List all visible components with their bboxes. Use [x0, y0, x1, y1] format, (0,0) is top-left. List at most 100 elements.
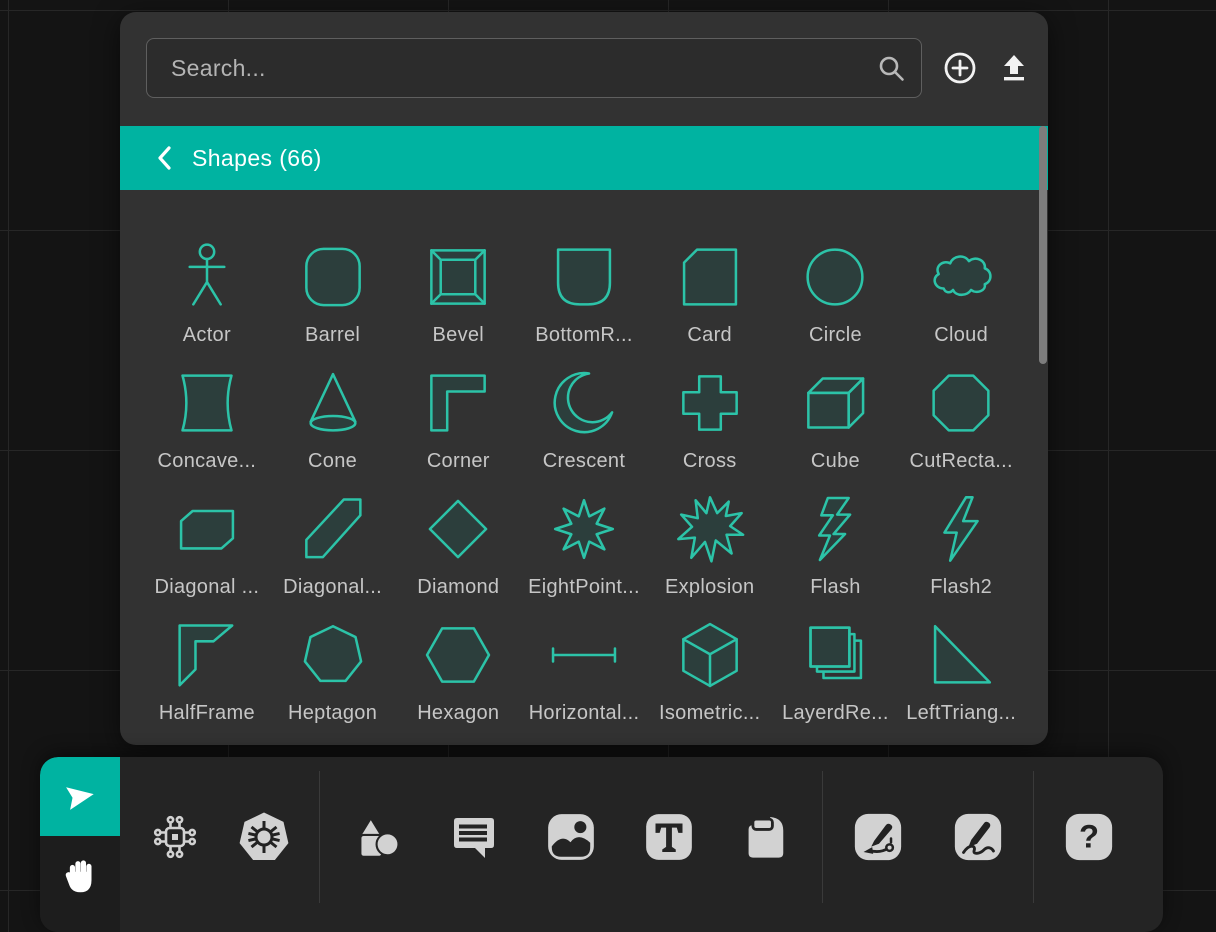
heptagon-shape-icon: [297, 610, 369, 700]
network-tool-button[interactable]: [147, 809, 203, 865]
hexagon-shape-icon: [422, 610, 494, 700]
panel-scrollbar[interactable]: [1039, 126, 1047, 364]
pen-tool-button[interactable]: [850, 809, 906, 865]
actor-shape-icon: [171, 232, 243, 322]
shape-label: Circle: [809, 322, 862, 348]
shapes-category-header[interactable]: Shapes (66): [120, 126, 1048, 190]
shape-label: BottomR...: [535, 322, 632, 348]
comment-tool-button[interactable]: [445, 809, 501, 865]
kubernetes-icon: [236, 809, 292, 865]
left-triangle-shape-icon: [925, 610, 997, 700]
card-shape-icon: [674, 232, 746, 322]
corner-shape-icon: [422, 358, 494, 448]
hand-icon: [61, 858, 99, 896]
shape-label: Cloud: [934, 322, 988, 348]
image-tool-button[interactable]: [543, 809, 599, 865]
shape-item-diamond[interactable]: Diamond: [395, 484, 521, 610]
search-row: [120, 12, 1048, 98]
shape-item-barrel[interactable]: Barrel: [270, 232, 396, 358]
upload-icon: [998, 52, 1030, 84]
toolbar-group: ?: [1061, 809, 1117, 865]
shape-item-hexagon[interactable]: Hexagon: [395, 610, 521, 736]
comment-icon: [447, 812, 499, 862]
cross-shape-icon: [674, 358, 746, 448]
search-box: [146, 38, 922, 98]
search-input[interactable]: [146, 38, 922, 98]
horizontal-line-shape-icon: [548, 610, 620, 700]
text-tool-button[interactable]: [641, 809, 697, 865]
note-icon: [741, 811, 793, 863]
shape-item-horizontal-line[interactable]: Horizontal...: [521, 610, 647, 736]
shape-label: Isometric...: [659, 700, 760, 726]
pan-tool-button[interactable]: [40, 836, 120, 932]
help-tool-button[interactable]: ?: [1061, 809, 1117, 865]
shape-item-cross[interactable]: Cross: [647, 358, 773, 484]
shape-item-flash2[interactable]: Flash2: [898, 484, 1024, 610]
kubernetes-tool-button[interactable]: [236, 809, 292, 865]
shapes-grid: ActorBarrel Bevel BottomR... Card Circle Clou…: [120, 232, 1048, 736]
shapes-tool-button[interactable]: [347, 809, 403, 865]
circuit-icon: [147, 809, 203, 865]
shape-item-eight-point-star[interactable]: EightPoint...: [521, 484, 647, 610]
shape-item-circle[interactable]: Circle: [773, 232, 899, 358]
shape-item-corner[interactable]: Corner: [395, 358, 521, 484]
layered-rectangles-shape-icon: [799, 610, 871, 700]
shape-label: Explosion: [665, 574, 754, 600]
shape-label: Cube: [811, 448, 860, 474]
shapes-category-title: Shapes (66): [192, 145, 322, 172]
shape-item-cone[interactable]: Cone: [270, 358, 396, 484]
add-shape-button[interactable]: [942, 50, 978, 86]
shape-item-diagonal-stripe[interactable]: Diagonal...: [270, 484, 396, 610]
question-icon: ?: [1062, 810, 1116, 864]
shape-item-diagonal-rounded[interactable]: Diagonal ...: [144, 484, 270, 610]
shape-label: Corner: [427, 448, 490, 474]
shape-label: Heptagon: [288, 700, 377, 726]
shape-item-bevel[interactable]: Bevel: [395, 232, 521, 358]
toolbar-group: [850, 809, 1006, 865]
shape-label: Hexagon: [417, 700, 499, 726]
shape-item-card[interactable]: Card: [647, 232, 773, 358]
shape-item-layered-rectangles[interactable]: LayerdRe...: [773, 610, 899, 736]
image-icon: [544, 810, 598, 864]
bevel-shape-icon: [422, 232, 494, 322]
shape-item-isometric-cube[interactable]: Isometric...: [647, 610, 773, 736]
draw-tool-button[interactable]: [950, 809, 1006, 865]
shape-label: Card: [687, 322, 732, 348]
shape-item-concave[interactable]: Concave...: [144, 358, 270, 484]
note-tool-button[interactable]: [739, 809, 795, 865]
shape-item-actor[interactable]: Actor: [144, 232, 270, 358]
upload-shape-button[interactable]: [998, 52, 1030, 84]
toolbar-divider: [319, 771, 320, 903]
diamond-shape-icon: [422, 484, 494, 574]
text-icon: [642, 810, 696, 864]
shape-item-flash[interactable]: Flash: [773, 484, 899, 610]
chevron-left-icon: [154, 145, 176, 171]
shape-label: Diagonal...: [283, 574, 382, 600]
shape-item-cut-rectangle[interactable]: CutRecta...: [898, 358, 1024, 484]
flash-shape-icon: [799, 484, 871, 574]
cut-rectangle-shape-icon: [925, 358, 997, 448]
shape-label: LeftTriang...: [906, 700, 1016, 726]
shape-item-bottom-rounded[interactable]: BottomR...: [521, 232, 647, 358]
shape-library-panel: Shapes (66) ActorBarrel Bevel BottomR... Ca…: [120, 12, 1048, 745]
select-tool-button[interactable]: [40, 757, 120, 836]
shape-item-crescent[interactable]: Crescent: [521, 358, 647, 484]
isometric-cube-shape-icon: [674, 610, 746, 700]
eight-point-star-shape-icon: [548, 484, 620, 574]
shape-item-explosion[interactable]: Explosion: [647, 484, 773, 610]
cone-shape-icon: [297, 358, 369, 448]
cloud-shape-icon: [925, 232, 997, 322]
toolbar-left-column: [40, 757, 120, 932]
circle-shape-icon: [799, 232, 871, 322]
crescent-shape-icon: [548, 358, 620, 448]
diagonal-rounded-shape-icon: [171, 484, 243, 574]
half-frame-shape-icon: [171, 610, 243, 700]
shape-item-half-frame[interactable]: HalfFrame: [144, 610, 270, 736]
shape-item-left-triangle[interactable]: LeftTriang...: [898, 610, 1024, 736]
shape-item-cloud[interactable]: Cloud: [898, 232, 1024, 358]
shape-item-cube[interactable]: Cube: [773, 358, 899, 484]
shape-label: Cross: [683, 448, 737, 474]
shape-item-heptagon[interactable]: Heptagon: [270, 610, 396, 736]
shape-label: Bevel: [433, 322, 485, 348]
cube-shape-icon: [799, 358, 871, 448]
